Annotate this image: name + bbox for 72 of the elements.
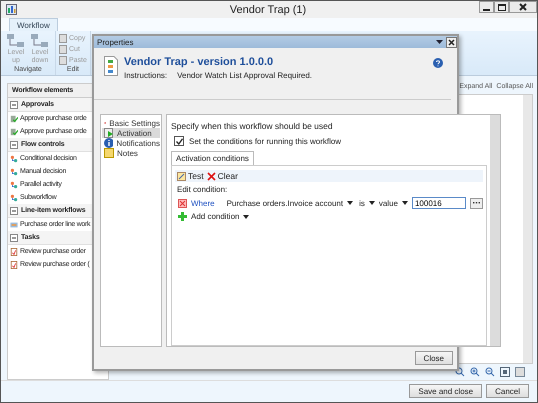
notes-icon: [104, 148, 114, 158]
window-title: Vendor Trap (1): [228, 4, 308, 16]
maximize-button[interactable]: [494, 1, 509, 13]
toolbar-button[interactable]: Test: [177, 171, 204, 181]
nav-item[interactable]: Basic Settings: [102, 118, 160, 128]
maximize-icon: [498, 4, 506, 10]
instructions-text: Vendor Watch List Approval Required.: [177, 71, 312, 80]
scrollbar[interactable]: [523, 95, 532, 363]
operator-dropdown[interactable]: is: [359, 198, 375, 208]
workflow-icon: [10, 168, 18, 176]
toolbar-button[interactable]: Clear: [206, 171, 238, 181]
app-icon: [6, 4, 17, 15]
edit-condition-label: Edit condition:: [176, 185, 228, 194]
dropdown-icon: [347, 201, 354, 205]
dropdown-icon: [402, 201, 408, 205]
dropdown-icon: [243, 214, 250, 218]
workflow-icon: [10, 220, 18, 228]
nav-item[interactable]: Notes: [102, 148, 160, 158]
checkbox[interactable]: [174, 136, 184, 146]
clipboard-check-icon: [10, 248, 18, 256]
lookup-button[interactable]: [470, 198, 483, 208]
workflow-document-icon: [104, 56, 118, 76]
wand-icon: [177, 172, 186, 180]
close-button[interactable]: [446, 36, 457, 48]
delete-condition-icon[interactable]: [178, 198, 187, 208]
value-field[interactable]: 100016: [412, 197, 466, 209]
workflow-icon: [10, 194, 18, 202]
collapse-icon[interactable]: [10, 100, 18, 108]
collapse-icon[interactable]: [10, 234, 18, 242]
dropdown-icon[interactable]: [436, 40, 443, 44]
nav-item[interactable]: Notifications: [102, 138, 160, 148]
zoom-in-icon[interactable]: [470, 367, 480, 377]
scrollbar[interactable]: [490, 115, 500, 346]
checkbox-label: Set the conditions for running this workflow: [189, 136, 342, 146]
conditions-tab[interactable]: Activation conditions: [171, 151, 254, 165]
footer-button[interactable]: Cancel: [486, 384, 529, 398]
minimize-button[interactable]: [479, 1, 494, 13]
checkmark-icon: [176, 138, 182, 144]
close-icon: [448, 38, 455, 46]
workflow-icon: [10, 128, 18, 136]
footer-button[interactable]: Save and close: [409, 384, 482, 398]
workflow-icon: [10, 154, 18, 162]
zoom-fit-icon[interactable]: [455, 367, 465, 377]
add-condition-button[interactable]: Add condition: [175, 212, 250, 221]
page-icon[interactable]: [515, 367, 525, 377]
workflow-heading: Vendor Trap - version 1.0.0.0: [124, 56, 274, 68]
ribbon-tab[interactable]: Workflow: [9, 18, 58, 31]
hierarchy-icon: [6, 33, 26, 49]
collapse-icon[interactable]: [10, 140, 18, 148]
workflow-icon: [10, 180, 18, 188]
instructions-label: Instructions:: [124, 71, 168, 80]
play-document-icon: [104, 128, 114, 138]
x-icon: [206, 172, 216, 180]
help-icon[interactable]: [433, 58, 443, 68]
close-dialog-button[interactable]: Close: [414, 351, 453, 365]
info-icon: [104, 138, 114, 148]
workflow-icon: [10, 114, 18, 122]
prompt-text: Specify when this workflow should be used: [171, 121, 334, 131]
close-button[interactable]: [509, 1, 537, 13]
field-dropdown[interactable]: Purchase orders.Invoice account: [226, 198, 354, 208]
fit-page-icon[interactable]: [500, 367, 510, 377]
clipboard-check-icon: [10, 260, 18, 268]
plus-icon: [178, 212, 187, 221]
dropdown-icon: [368, 201, 375, 205]
zoom-out-icon[interactable]: [485, 367, 495, 377]
collapse-icon[interactable]: [10, 206, 18, 214]
type-dropdown[interactable]: value: [378, 198, 408, 208]
close-icon: [519, 3, 527, 11]
dialog-title: Properties: [97, 38, 134, 46]
where-link[interactable]: Where: [191, 198, 215, 208]
hierarchy-icon: [30, 33, 50, 49]
nav-item[interactable]: Activation: [102, 128, 160, 138]
